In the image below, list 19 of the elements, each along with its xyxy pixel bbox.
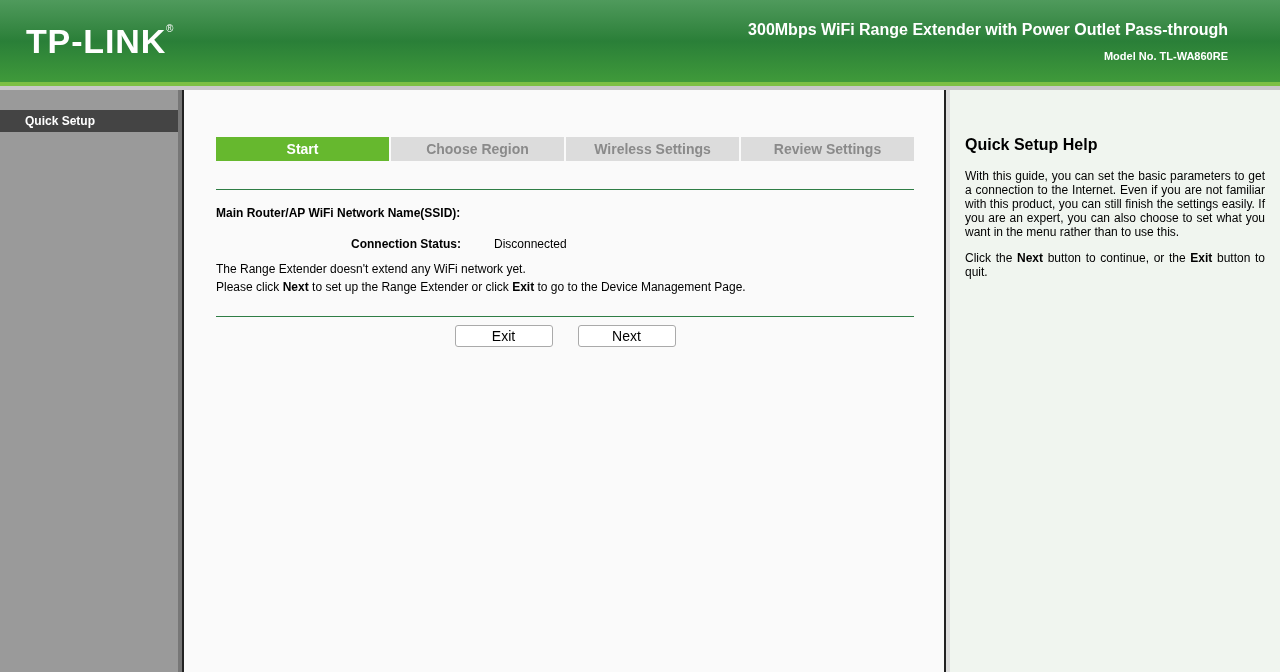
info-text: The Range Extender doesn't extend any WiFi network yet. — [216, 261, 527, 278]
product-title: 300Mbps WiFi Range Extender with Power Outlet Pass-through — [748, 19, 1228, 40]
wizard-step: Start — [216, 137, 389, 161]
info-text: Please click Next to set up the Range Extender or click Exit to go to the Device Management Page. — [216, 279, 747, 296]
logo: TP-LINK — [26, 24, 167, 58]
registered-mark: ® — [166, 24, 174, 34]
status-label: Connection Status: — [350, 236, 461, 253]
ssid-label: Main Router/AP WiFi Network Name(SSID): — [216, 205, 462, 222]
model-number: Model No. TL-WA860RE — [1103, 48, 1228, 64]
wizard-step: Choose Region — [391, 137, 564, 161]
wizard-step: Wireless Settings — [566, 137, 739, 161]
help-title: Quick Setup Help — [965, 135, 1099, 155]
wizard-step: Review Settings — [741, 137, 914, 161]
help-text: Click the Next button to continue, or the Exit button to quit. — [965, 251, 1265, 279]
action-button[interactable]: Exit — [454, 325, 553, 347]
status-value: Disconnected — [494, 236, 567, 253]
help-text: With this guide, you can set the basic parameters to get a connection to the Internet. Even if you are not familiar with this product, you can still finish the settings easily. If you are an expert, you can also choose to set what you want in the menu rather than to use this. — [965, 169, 1265, 239]
sidebar-item[interactable]: Quick Setup — [0, 110, 178, 132]
action-button[interactable]: Next — [577, 325, 676, 347]
